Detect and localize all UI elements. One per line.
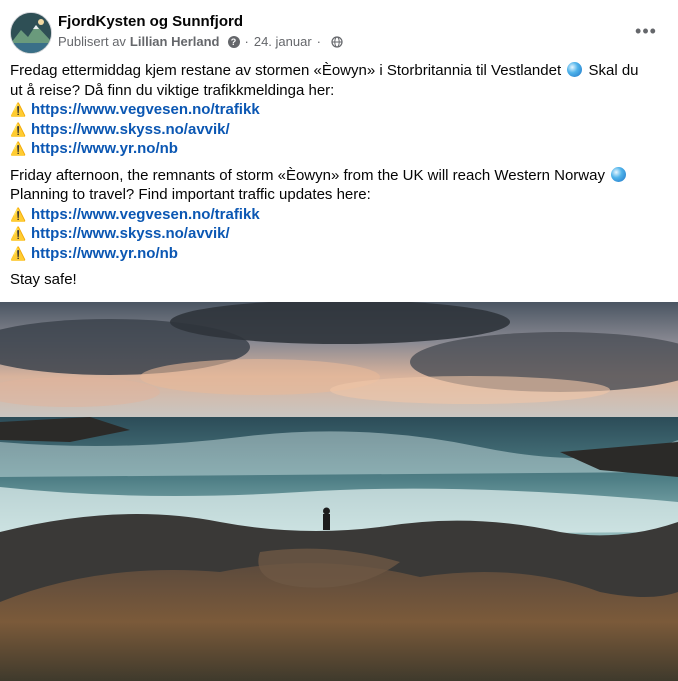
globe-icon: [331, 35, 343, 48]
warning-icon: ⚠️: [10, 102, 27, 117]
link-vegvesen-en[interactable]: https://www.vegvesen.no/trafikk: [31, 206, 260, 223]
more-options-button[interactable]: •••: [634, 19, 658, 43]
post-header: FjordKysten og Sunnfjord Publisert av Li…: [10, 11, 678, 55]
warning-icon: ⚠️: [10, 141, 27, 156]
help-icon[interactable]: ?: [227, 35, 240, 48]
text-line: Friday afternoon, the remnants of storm …: [10, 166, 660, 186]
link-line: ⚠️ https://www.skyss.no/avvik/: [10, 224, 660, 244]
post-card: FjordKysten og Sunnfjord Publisert av Li…: [0, 0, 678, 681]
warning-icon: ⚠️: [10, 121, 27, 137]
water-wave-icon: [567, 62, 583, 77]
norwegian-paragraph: Fredag ettermiddag kjem restane av storm…: [10, 61, 660, 159]
link-line: ⚠️ https://www.skyss.no/avvik/: [10, 120, 660, 140]
no-intro-line-2: ut å reise? Då finn du viktige trafikkme…: [10, 81, 335, 99]
page-name-link[interactable]: FjordKysten og Sunnfjord: [58, 13, 243, 30]
link-line: ⚠️ https://www.yr.no/nb: [10, 139, 660, 159]
more-horizontal-icon: •••: [635, 20, 657, 41]
post-text: Fredag ettermiddag kjem restane av storm…: [10, 61, 660, 297]
warning-icon: ⚠️: [10, 206, 27, 222]
link-skyss-en[interactable]: https://www.skyss.no/avvik/: [31, 225, 230, 242]
warning-icon: ⚠️: [10, 245, 27, 261]
link-line: ⚠️ https://www.yr.no/nb: [10, 244, 660, 264]
meta-separator: ·: [244, 34, 249, 49]
text-line: Fredag ettermiddag kjem restane av storm…: [10, 61, 660, 81]
closing-paragraph: Stay safe!: [10, 271, 77, 288]
warning-icon: ⚠️: [10, 226, 27, 241]
link-yr[interactable]: https://www.yr.no/nb: [31, 140, 178, 157]
no-intro-text: Fredag ettermiddag kjem restane av storm…: [10, 62, 562, 79]
post-date-link[interactable]: 24. januar: [254, 34, 312, 49]
author-link[interactable]: Lillian Herland: [130, 34, 220, 49]
english-paragraph: Friday afternoon, the remnants of storm …: [10, 166, 660, 264]
meta-separator-2: ·: [316, 34, 322, 49]
link-yr-en[interactable]: https://www.yr.no/nb: [31, 245, 178, 262]
link-line: ⚠️ https://www.vegvesen.no/trafikk: [10, 100, 660, 120]
link-vegvesen[interactable]: https://www.vegvesen.no/trafikk: [31, 101, 260, 118]
link-skyss[interactable]: https://www.skyss.no/avvik/: [31, 121, 230, 138]
link-line: ⚠️ https://www.vegvesen.no/trafikk: [10, 205, 660, 225]
en-intro-text: Friday afternoon, the remnants of storm …: [10, 166, 605, 184]
page-avatar[interactable]: [10, 12, 52, 54]
post-meta: Publisert av Lillian Herland ? · 24. jan…: [58, 34, 343, 49]
post-photo[interactable]: [0, 302, 678, 681]
no-intro-text-2: Skal du: [588, 62, 639, 79]
en-intro-line-2: Planning to travel? Find important traff…: [10, 186, 371, 203]
water-wave-icon: [611, 166, 627, 182]
coastal-storm-photo: [0, 302, 678, 681]
published-by-label: Publisert av: [58, 34, 126, 49]
